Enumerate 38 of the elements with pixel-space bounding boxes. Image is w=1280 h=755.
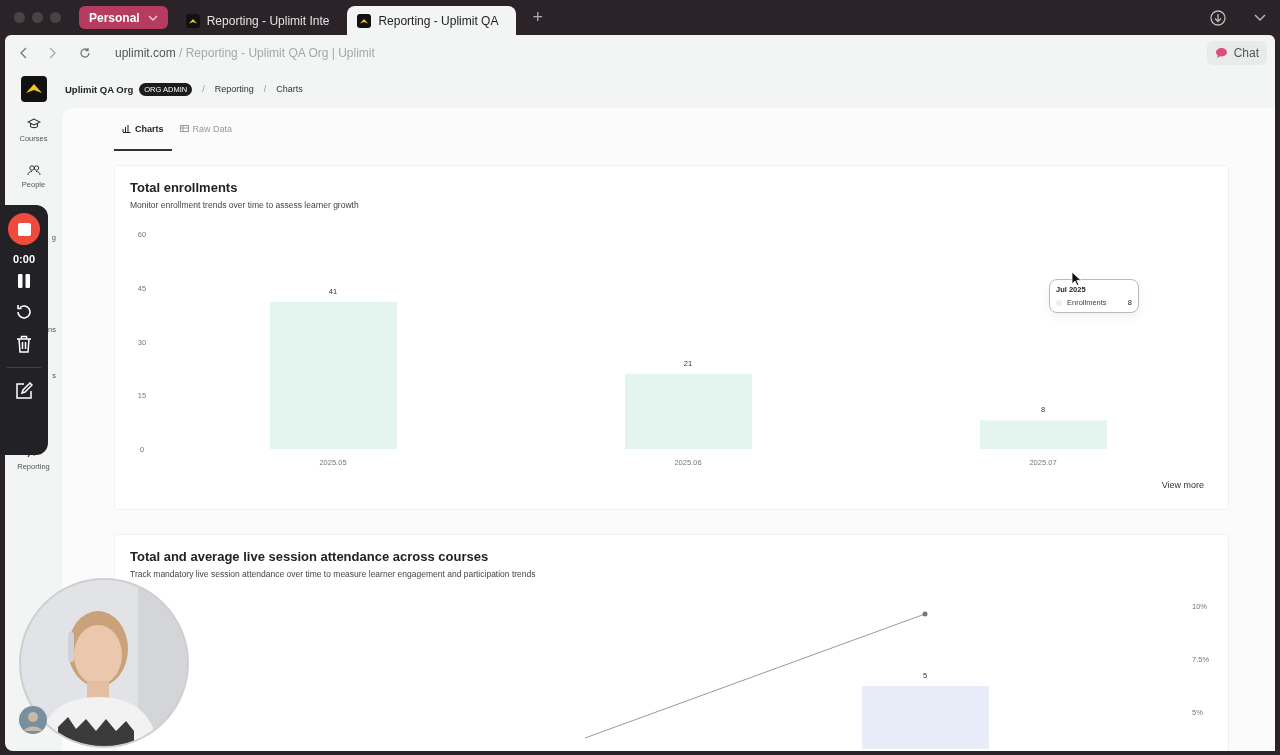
graduation-cap-icon [26,118,41,130]
breadcrumb-link[interactable]: Reporting [214,84,254,94]
address-field[interactable]: uplimit.com / Reporting - Uplimit QA Org | Uplimit [115,45,375,60]
favicon-icon [357,13,372,28]
trash-icon[interactable] [16,335,32,353]
table-icon [179,124,189,133]
card-subtitle: Track mandatory live session attendance over time to measure learner engagement and participation trends [130,569,537,579]
card-subtitle: Monitor enrollment trends over time to assess learner growth [130,200,360,210]
logo-icon[interactable] [21,76,47,102]
new-tab-button[interactable]: + [532,7,543,28]
pause-icon[interactable] [17,273,31,289]
card-title: Total and average live session attendance across courses [130,549,490,564]
avatar-icon [19,706,47,734]
org-name: Uplimit QA Org [65,83,134,95]
back-icon[interactable] [19,46,27,59]
breadcrumb-separator: / [263,84,267,94]
people-icon [26,164,41,176]
caret-icon [147,14,158,21]
breadcrumb-link[interactable]: Charts [276,84,303,94]
breadcrumb-separator: / [202,84,205,94]
speech-bubble-icon [1214,46,1228,59]
card-title: Total enrollments [130,180,239,195]
legend-swatch [1056,299,1062,306]
recording-timer: 0:00 [13,253,35,265]
reload-icon[interactable] [79,46,91,59]
profile-button[interactable]: Personal [79,6,168,29]
download-icon[interactable] [1210,9,1226,26]
chat-button[interactable]: Chat [1206,40,1267,65]
view-tab[interactable]: Charts [114,108,172,151]
favicon-icon [185,13,200,28]
browser-tab[interactable]: Reporting - Uplimit QA [347,6,517,35]
stop-recording-button[interactable] [8,213,40,245]
edit-icon[interactable] [15,382,33,400]
restart-icon[interactable] [15,303,33,321]
bar-chart-icon [122,124,131,133]
view-more-link[interactable]: View more [1161,480,1204,490]
browser-tab[interactable]: Reporting - Uplimit Inte [175,6,340,35]
chevron-down-icon[interactable] [1254,13,1266,22]
